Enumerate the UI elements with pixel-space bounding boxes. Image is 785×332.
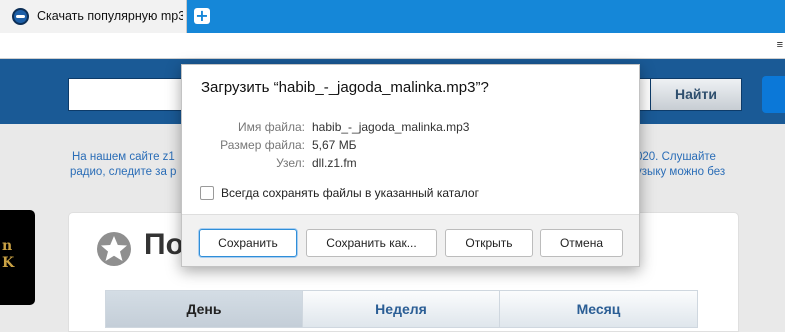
browser-tab-bar: Скачать популярную mp3 + — [0, 0, 785, 33]
tab-week[interactable]: Неделя — [302, 291, 499, 327]
tab-title: Скачать популярную mp3 — [37, 9, 183, 23]
filename-label: Имя файла: — [238, 120, 305, 134]
intro-line: музыку можно без — [628, 166, 726, 178]
open-button[interactable]: Открыть — [445, 229, 533, 257]
dialog-title: Загрузить “habib_-_jagoda_malinka.mp3”? — [201, 79, 489, 96]
dialog-footer: Сохранить Сохранить как... Открыть Отмен… — [182, 214, 639, 266]
header-action-button[interactable] — [762, 76, 785, 113]
save-as-button[interactable]: Сохранить как... — [306, 229, 437, 257]
browser-toolbar: ≡ — [0, 33, 785, 59]
search-button[interactable]: Найти — [650, 78, 742, 111]
host-value: dll.z1.fm — [312, 156, 357, 170]
cancel-button[interactable]: Отмена — [540, 229, 623, 257]
host-label: Узел: — [276, 156, 305, 170]
filesize-value: 5,67 МБ — [312, 138, 357, 152]
intro-line: радио, следите за р — [70, 166, 177, 178]
intro-line: На нашем сайте z1 — [72, 151, 175, 163]
filesize-label: Размер файла: — [220, 138, 305, 152]
always-save-checkbox[interactable] — [200, 186, 214, 200]
page-title: По — [144, 228, 184, 261]
new-tab-button[interactable]: + — [194, 8, 210, 24]
browser-tab[interactable]: Скачать популярную mp3 — [0, 0, 187, 33]
site-favicon-icon — [12, 8, 29, 25]
filename-value: habib_-_jagoda_malinka.mp3 — [312, 120, 470, 134]
banner-logo: nK — [2, 238, 15, 271]
period-tabs: День Неделя Месяц — [105, 290, 698, 328]
download-dialog: Загрузить “habib_-_jagoda_malinka.mp3”? … — [181, 64, 640, 267]
save-button[interactable]: Сохранить — [199, 229, 297, 257]
always-save-label[interactable]: Всегда сохранять файлы в указанный катал… — [221, 186, 479, 200]
menu-icon[interactable]: ≡ — [777, 40, 783, 51]
star-icon — [97, 232, 131, 266]
tab-day[interactable]: День — [106, 291, 302, 327]
side-banner[interactable]: nK — [0, 210, 35, 305]
tab-month[interactable]: Месяц — [499, 291, 697, 327]
